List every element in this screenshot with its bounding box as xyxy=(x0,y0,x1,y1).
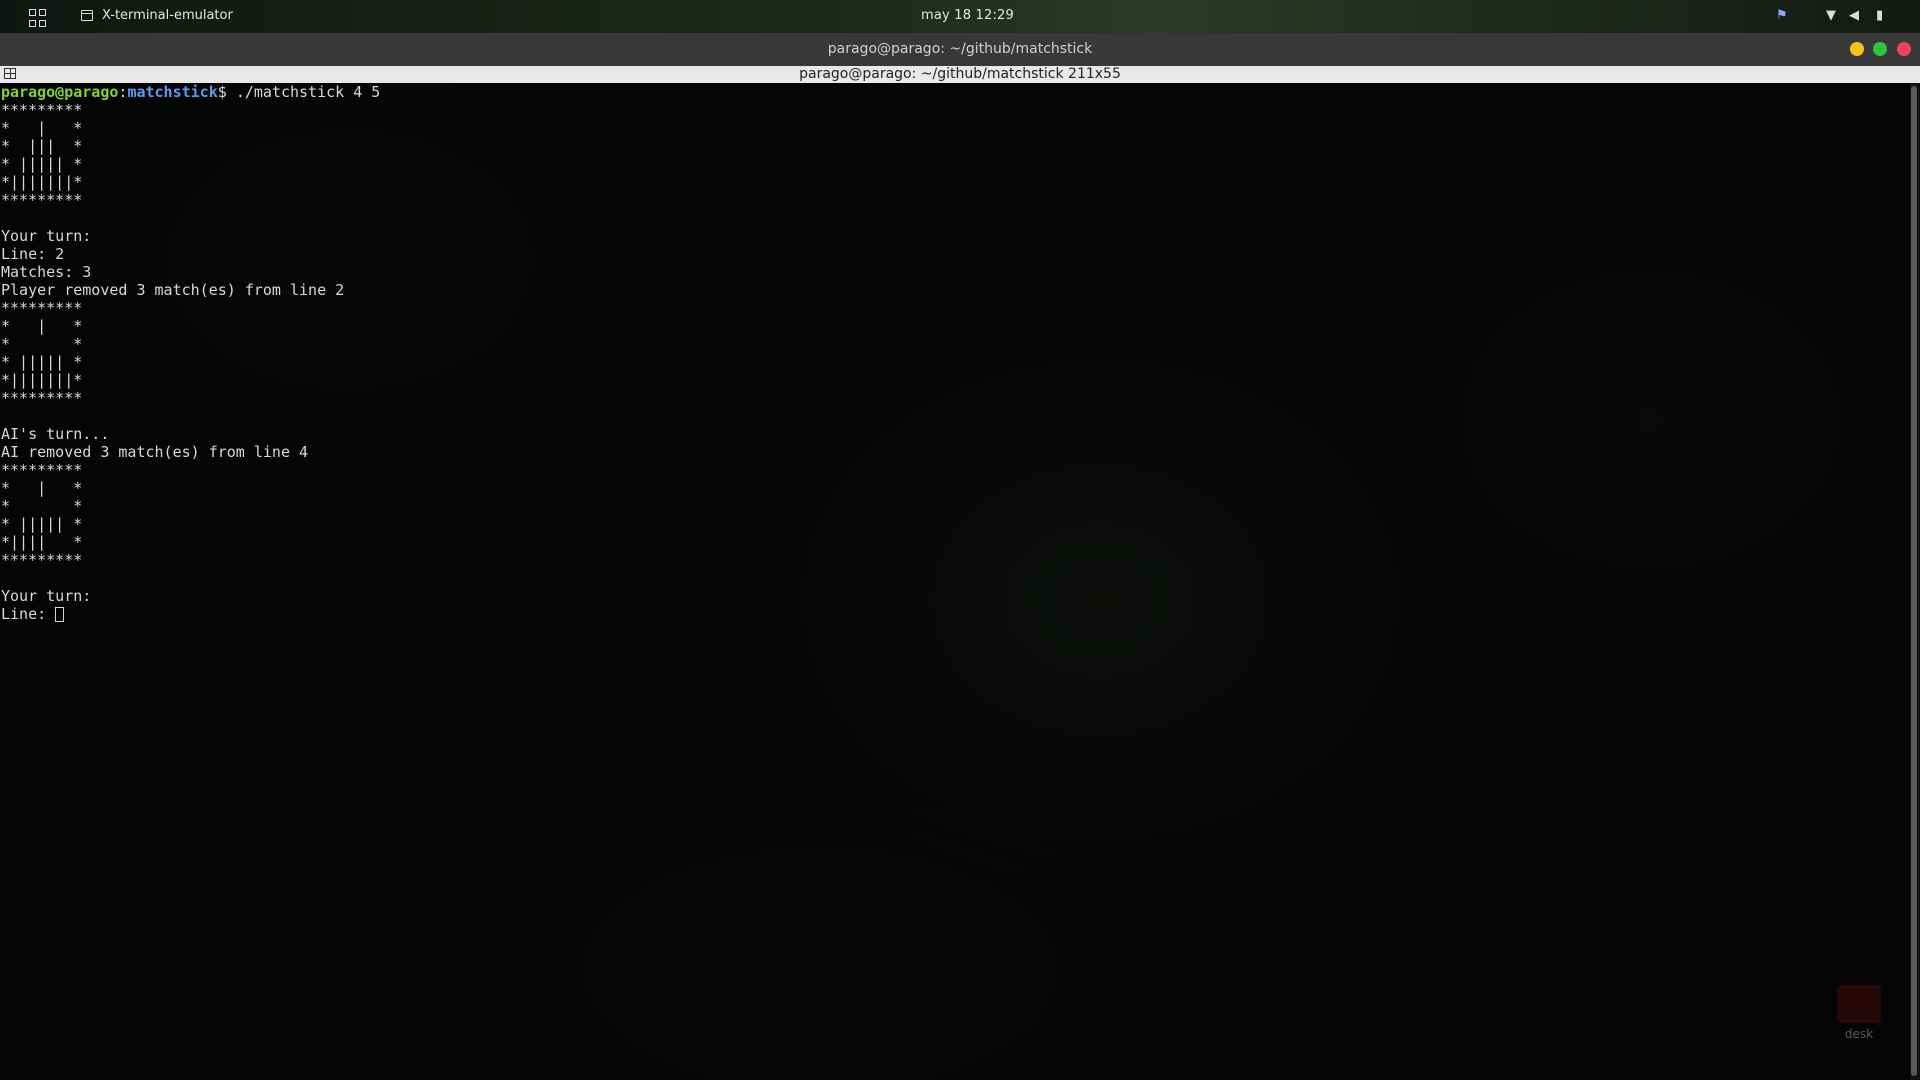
scrollbar-thumb[interactable] xyxy=(1911,86,1917,1076)
show-apps-icon[interactable] xyxy=(29,9,46,27)
folder-icon xyxy=(1837,985,1881,1023)
game-output: ********* * | * * ||| * * ||||| * *|||||… xyxy=(1,101,345,605)
close-button[interactable] xyxy=(1897,42,1911,56)
volume-icon[interactable]: ◀ xyxy=(1849,8,1859,23)
wifi-icon[interactable]: ▼ xyxy=(1826,8,1836,23)
maximize-button[interactable] xyxy=(1873,42,1887,56)
terminal-output: parago@parago:matchstick$ ./matchstick 4… xyxy=(1,83,380,623)
text-cursor[interactable] xyxy=(55,607,65,622)
window-title: parago@parago: ~/github/matchstick xyxy=(827,41,1093,57)
active-app-name[interactable]: X-terminal-emulator xyxy=(102,8,233,23)
tab-menu-icon[interactable] xyxy=(4,68,16,79)
window-title-bar[interactable]: parago@parago: ~/github/matchstick xyxy=(0,33,1920,66)
terminal-tab-bar: parago@parago: ~/github/matchstick 211x5… xyxy=(0,66,1920,83)
language-icon[interactable]: ⚑ xyxy=(1776,8,1788,23)
terminal-app-icon[interactable] xyxy=(81,10,93,21)
prompt-directory: matchstick xyxy=(127,83,218,101)
top-panel: X-terminal-emulator may 18 12:29 ⚑ ▼ ◀ ▮ xyxy=(0,0,1920,33)
prompt-user: parago@parago xyxy=(1,83,119,101)
command-text: ./matchstick 4 5 xyxy=(235,83,381,101)
terminal-tab-title[interactable]: parago@parago: ~/github/matchstick 211x5… xyxy=(799,66,1121,82)
folder-label: desk xyxy=(1844,1027,1874,1041)
battery-icon[interactable]: ▮ xyxy=(1876,8,1883,23)
prompt-symbol: $ xyxy=(217,83,236,101)
clock[interactable]: may 18 12:29 xyxy=(921,8,1014,23)
line-input-prompt: Line: xyxy=(1,605,56,623)
minimize-button[interactable] xyxy=(1850,42,1864,56)
desktop-folder[interactable]: desk xyxy=(1836,985,1882,1041)
